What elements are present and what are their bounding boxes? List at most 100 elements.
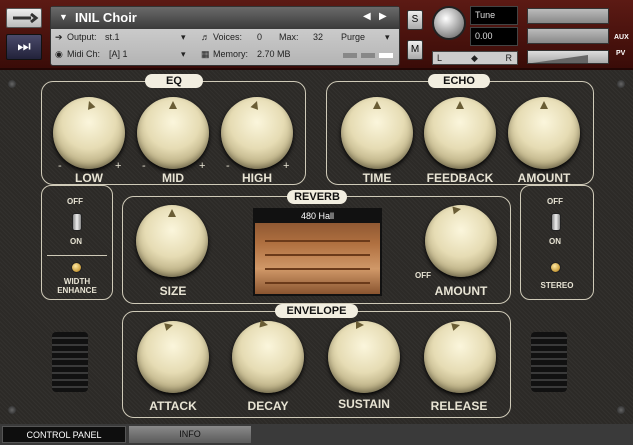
eq-mid-max: + (199, 160, 206, 172)
eq-title: EQ (145, 74, 203, 88)
echo-time-label: TIME (362, 171, 392, 185)
tab-control-panel[interactable]: CONTROL PANEL (2, 426, 126, 443)
output-select[interactable]: st.1 (105, 32, 120, 42)
echo-amount-knob[interactable] (508, 97, 580, 169)
pan-left-label: L (437, 53, 443, 63)
instrument-info-panel: ▼ INIL Choir ◀ ▶ ➔ Output: st.1 ▾ ♬ Voic… (50, 6, 400, 66)
tune-value[interactable]: 0.00 (470, 27, 518, 46)
mute-button[interactable]: M (407, 40, 423, 60)
aux-label[interactable]: AUX (614, 34, 629, 41)
eq-mid-knob[interactable] (137, 97, 209, 169)
fast-forward-icon[interactable]: ⏭ (6, 34, 42, 60)
eq-high-label: HIGH (242, 171, 272, 185)
hall-seats (265, 254, 370, 256)
envelope-sustain-knob[interactable] (328, 321, 400, 393)
voices-icon: ♬ (201, 32, 210, 42)
eq-low-label: LOW (75, 171, 103, 185)
level-meter-left (527, 8, 609, 24)
envelope-title: ENVELOPE (275, 304, 358, 318)
hall-seats (265, 268, 370, 270)
output-dropdown-icon[interactable]: ▾ (181, 32, 186, 43)
dropdown-arrow-icon[interactable]: ▼ (59, 12, 68, 22)
midi-icon: ◉ (55, 49, 63, 59)
reverb-amount-label: AMOUNT (434, 284, 488, 298)
echo-time-knob[interactable] (341, 97, 413, 169)
envelope-decay-knob[interactable] (232, 319, 304, 393)
voices-label: Voices: (213, 32, 243, 42)
width-enhance-led[interactable] (71, 262, 82, 273)
wrench-icon[interactable] (6, 8, 42, 28)
envelope-sustain-label: SUSTAIN (338, 397, 390, 411)
purge-button[interactable]: Purge (341, 32, 365, 42)
echo-title: ECHO (428, 74, 490, 88)
eq-mid-min: - (142, 160, 146, 172)
screw-icon (8, 80, 16, 88)
reverb-off-label: OFF (415, 271, 431, 280)
echo-amount-label: AMOUNT (517, 171, 571, 185)
screw-icon (617, 406, 625, 414)
midi-label: Midi Ch: (67, 49, 101, 59)
eq-high-max: + (283, 160, 290, 172)
instrument-name[interactable]: INIL Choir (75, 10, 137, 25)
pan-slider[interactable]: L ◆ R (432, 51, 518, 65)
pan-right-label: R (505, 53, 513, 63)
reverb-hall-image[interactable]: 480 Hall (253, 208, 382, 296)
stereo-on-label: ON (549, 237, 561, 246)
title-row: ▼ INIL Choir ◀ ▶ (51, 7, 399, 29)
pan-center-icon: ◆ (471, 53, 478, 63)
hall-seats (265, 282, 370, 284)
stereo-off-label: OFF (547, 197, 563, 206)
max-voices-value[interactable]: 32 (313, 32, 323, 42)
echo-feedback-label: FEEDBACK (426, 171, 494, 185)
tune-knob[interactable] (432, 6, 466, 40)
output-icon: ➔ (55, 32, 63, 42)
midi-dropdown-icon[interactable]: ▾ (181, 49, 186, 60)
purge-indicator (361, 53, 375, 58)
prev-instrument-icon[interactable]: ◀ (363, 11, 371, 22)
instrument-header: ⏭ ▼ INIL Choir ◀ ▶ ➔ Output: st.1 ▾ ♬ Vo… (0, 0, 633, 70)
purge-dropdown-icon[interactable]: ▾ (385, 32, 390, 43)
stereo-toggle-switch[interactable] (551, 213, 561, 231)
speaker-grille (52, 332, 88, 392)
reverb-size-knob[interactable] (136, 205, 208, 277)
voices-value: 0 (257, 32, 263, 42)
width-toggle-switch[interactable] (72, 213, 82, 231)
screw-icon (617, 80, 625, 88)
max-label: Max: (279, 32, 299, 42)
stereo-label: STEREO (540, 281, 574, 290)
envelope-attack-label: ATTACK (149, 399, 197, 413)
eq-low-knob[interactable] (53, 97, 125, 169)
stereo-led[interactable] (550, 262, 561, 273)
eq-high-knob[interactable] (221, 97, 293, 169)
tab-bar: CONTROL PANEL INFO (0, 424, 633, 445)
envelope-release-label: RELEASE (430, 399, 488, 413)
eq-low-min: - (58, 160, 62, 172)
width-on-label: ON (70, 237, 82, 246)
reverb-amount-knob[interactable] (425, 205, 497, 277)
width-enhance-label: WIDTH ENHANCE (57, 277, 97, 295)
width-off-label: OFF (67, 197, 83, 206)
envelope-attack-knob[interactable] (137, 321, 209, 393)
divider (47, 255, 107, 256)
midi-channel-select[interactable]: [A] 1 (109, 49, 128, 59)
next-instrument-icon[interactable]: ▶ (379, 11, 387, 22)
memory-value: 2.70 MB (257, 49, 291, 59)
speaker-grille (531, 332, 567, 392)
solo-button[interactable]: S (407, 10, 423, 30)
envelope-decay-label: DECAY (247, 399, 289, 413)
volume-slider[interactable] (527, 50, 609, 64)
echo-feedback-knob[interactable] (424, 97, 496, 169)
eq-high-min: - (226, 160, 230, 172)
pv-label[interactable]: PV (616, 50, 625, 57)
reverb-size-label: SIZE (159, 284, 187, 298)
eq-mid-label: MID (162, 171, 184, 185)
tab-info[interactable]: INFO (129, 426, 251, 443)
envelope-release-knob[interactable] (424, 321, 496, 393)
reverb-preset-name[interactable]: 480 Hall (255, 210, 380, 223)
purge-indicator (343, 53, 357, 58)
reverb-title: REVERB (287, 190, 347, 204)
screw-icon (8, 406, 16, 414)
tune-label: Tune (470, 6, 518, 25)
memory-icon: ▦ (201, 49, 210, 59)
memory-label: Memory: (213, 49, 249, 59)
